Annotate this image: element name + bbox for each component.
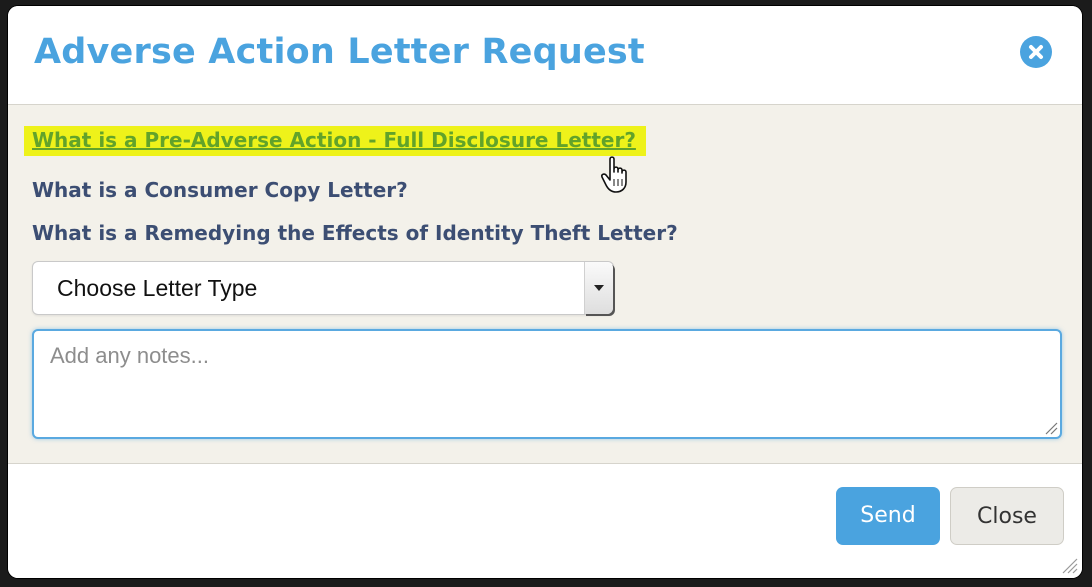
notes-textarea[interactable]: Add any notes... xyxy=(32,329,1062,439)
dialog-header: Adverse Action Letter Request xyxy=(8,6,1082,105)
close-button[interactable]: Close xyxy=(950,487,1064,545)
resize-grip-icon[interactable] xyxy=(1042,419,1058,435)
dialog-title: Adverse Action Letter Request xyxy=(34,32,645,72)
identity-theft-letter-info-link[interactable]: What is a Remedying the Effects of Ident… xyxy=(32,221,678,245)
caret-down-icon xyxy=(594,285,604,291)
select-arrow-button[interactable] xyxy=(584,262,613,314)
send-button[interactable]: Send xyxy=(836,487,940,545)
dialog-footer: Send Close xyxy=(8,464,1082,578)
dialog-body: What is a Pre-Adverse Action - Full Disc… xyxy=(8,105,1082,464)
hand-pointer-icon xyxy=(601,156,627,193)
close-circle-icon[interactable] xyxy=(1020,36,1052,68)
pre-adverse-letter-info-link[interactable]: What is a Pre-Adverse Action - Full Disc… xyxy=(24,126,646,156)
window-resize-grip-icon[interactable] xyxy=(1060,556,1078,574)
letter-type-selected-value: Choose Letter Type xyxy=(57,275,258,301)
notes-placeholder: Add any notes... xyxy=(50,343,209,368)
adverse-action-dialog: Adverse Action Letter Request What is a … xyxy=(8,6,1082,578)
letter-type-select[interactable]: Choose Letter Type xyxy=(32,261,614,315)
consumer-copy-letter-info-link[interactable]: What is a Consumer Copy Letter? xyxy=(32,178,408,202)
